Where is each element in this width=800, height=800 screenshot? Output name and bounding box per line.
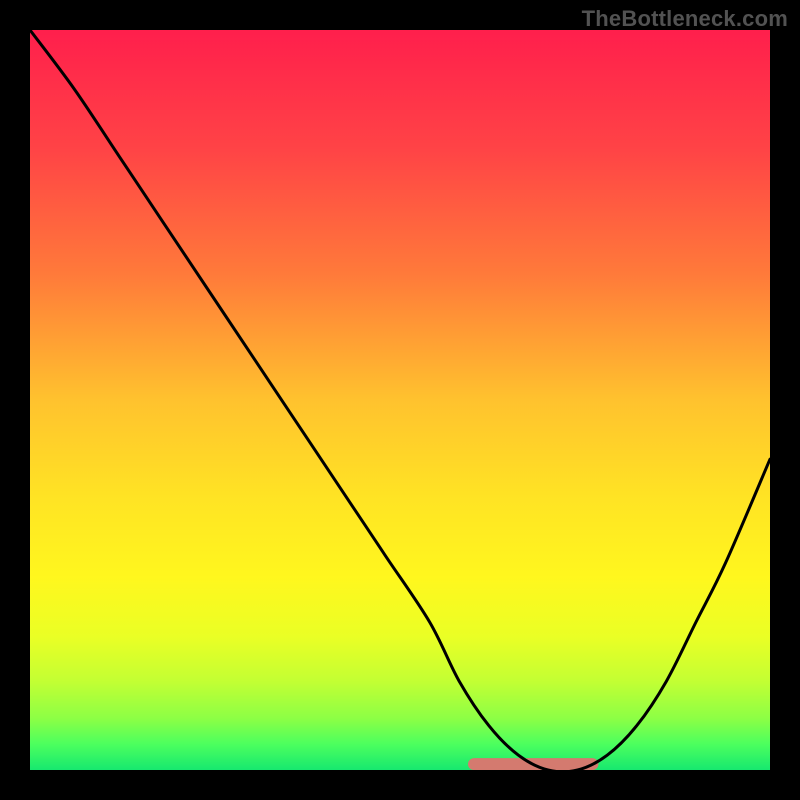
curve-layer	[30, 30, 770, 770]
watermark-text: TheBottleneck.com	[582, 6, 788, 32]
chart-frame: TheBottleneck.com	[0, 0, 800, 800]
bottleneck-curve	[30, 30, 770, 770]
plot-area	[30, 30, 770, 770]
